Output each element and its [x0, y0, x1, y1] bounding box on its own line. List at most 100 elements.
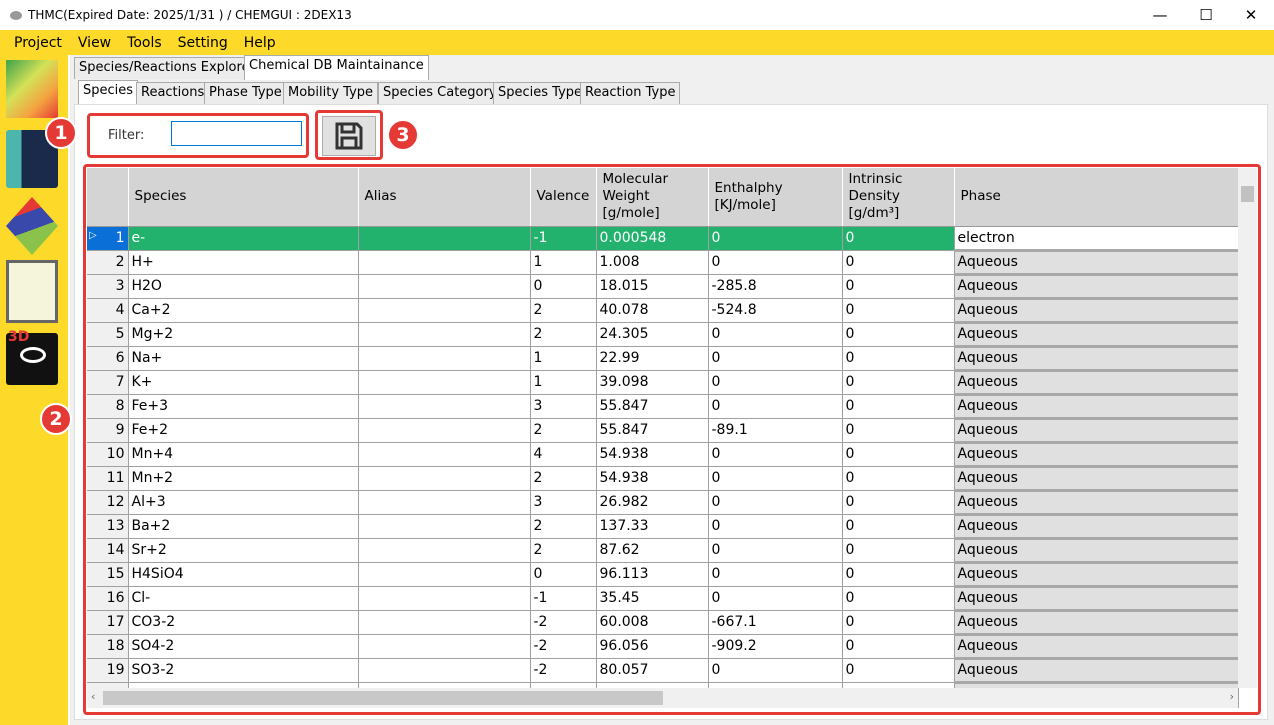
enthalphy-cell[interactable]: -524.8	[708, 298, 843, 323]
tab-species[interactable]: Species	[78, 80, 139, 105]
alias-cell[interactable]	[358, 514, 531, 539]
col-header-valence[interactable]: Valence	[530, 168, 597, 227]
valence-cell[interactable]: -2	[530, 658, 597, 683]
alias-cell[interactable]	[358, 610, 531, 635]
vertical-scrollbar[interactable]	[1238, 168, 1257, 688]
phase-cell[interactable]: electron	[954, 226, 1239, 252]
intrinsic-density-cell[interactable]: 0	[842, 538, 955, 563]
alias-cell[interactable]	[358, 250, 531, 275]
3d-viewer-eye-icon[interactable]: 3D	[6, 329, 58, 385]
row-header[interactable]: 8	[87, 394, 129, 419]
molecular-weight-cell[interactable]: 18.015	[596, 274, 709, 299]
alias-cell[interactable]	[358, 346, 531, 371]
enthalphy-cell[interactable]: 0	[708, 490, 843, 515]
enthalphy-cell[interactable]: 0	[708, 442, 843, 467]
enthalphy-cell[interactable]: -667.1	[708, 610, 843, 635]
phase-cell[interactable]: Aqueous	[954, 322, 1239, 348]
alias-cell[interactable]	[358, 538, 531, 563]
tab-species-reactions-explorer[interactable]: Species/Reactions Explorer	[74, 57, 260, 79]
alias-cell[interactable]	[358, 490, 531, 515]
species-cell[interactable]: Mg+2	[128, 322, 359, 347]
tab-species-type[interactable]: Species Type	[493, 82, 588, 104]
table-row[interactable]: 2 H+ 1 1.008 0 0 Aqueous	[87, 250, 1239, 276]
table-row[interactable]: 13 Ba+2 2 137.33 0 0 Aqueous	[87, 514, 1239, 540]
row-header[interactable]: 19	[87, 658, 129, 683]
phase-cell[interactable]: Aqueous	[954, 610, 1239, 636]
species-cell[interactable]: Cl-	[128, 586, 359, 611]
table-row[interactable]: 12 Al+3 3 26.982 0 0 Aqueous	[87, 490, 1239, 516]
table-row[interactable]: 18 SO4-2 -2 96.056 -909.2 0 Aqueous	[87, 634, 1239, 660]
alias-cell[interactable]	[358, 226, 531, 251]
maximize-button[interactable]: ☐	[1183, 0, 1229, 30]
row-header[interactable]: 16	[87, 586, 129, 611]
row-header[interactable]: 5	[87, 322, 129, 347]
intrinsic-density-cell[interactable]: 0	[842, 394, 955, 419]
molecular-weight-cell[interactable]: 35.45	[596, 586, 709, 611]
table-row[interactable]: 15 H4SiO4 0 96.113 0 0 Aqueous	[87, 562, 1239, 588]
molecular-weight-cell[interactable]: 96.113	[596, 562, 709, 587]
minimize-button[interactable]: —	[1137, 0, 1183, 30]
enthalphy-cell[interactable]: 0	[708, 250, 843, 275]
enthalphy-cell[interactable]: 0	[708, 514, 843, 539]
enthalphy-cell[interactable]: 0	[708, 394, 843, 419]
species-cell[interactable]: CO3-2	[128, 610, 359, 635]
menu-view[interactable]: View	[70, 35, 119, 51]
molecular-weight-cell[interactable]: 54.938	[596, 442, 709, 467]
col-header-phase[interactable]: Phase	[954, 168, 1239, 227]
valence-cell[interactable]: 2	[530, 466, 597, 491]
species-cell[interactable]: Ba+2	[128, 514, 359, 539]
species-cell[interactable]: e-	[128, 226, 359, 251]
tab-chemical-db-maintainance[interactable]: Chemical DB Maintainance	[244, 55, 429, 80]
table-row[interactable]: 17 CO3-2 -2 60.008 -667.1 0 Aqueous	[87, 610, 1239, 636]
save-button[interactable]	[322, 116, 376, 156]
molecular-weight-cell[interactable]: 80.057	[596, 658, 709, 683]
tab-mobility-type[interactable]: Mobility Type	[283, 82, 379, 104]
valence-cell[interactable]: -2	[530, 610, 597, 635]
enthalphy-cell[interactable]: 0	[708, 322, 843, 347]
table-row[interactable]: 4 Ca+2 2 40.078 -524.8 0 Aqueous	[87, 298, 1239, 324]
intrinsic-density-cell[interactable]: 0	[842, 274, 955, 299]
alias-cell[interactable]	[358, 634, 531, 659]
molecular-weight-cell[interactable]: 54.938	[596, 466, 709, 491]
menu-setting[interactable]: Setting	[170, 35, 236, 51]
molecular-weight-cell[interactable]: 1.008	[596, 250, 709, 275]
row-header[interactable]: 4	[87, 298, 129, 323]
valence-cell[interactable]: 2	[530, 418, 597, 443]
scroll-right-icon[interactable]: ›	[1230, 690, 1234, 703]
alias-cell[interactable]	[358, 466, 531, 491]
species-cell[interactable]: SO3-2	[128, 658, 359, 683]
table-row[interactable]: 9 Fe+2 2 55.847 -89.1 0 Aqueous	[87, 418, 1239, 444]
col-header-enthalphy[interactable]: Enthalphy [KJ/mole]	[708, 168, 843, 227]
tab-species-category[interactable]: Species Category	[378, 82, 502, 104]
valence-cell[interactable]: -2	[530, 634, 597, 659]
enthalphy-cell[interactable]: 0	[708, 538, 843, 563]
row-header[interactable]: 9	[87, 418, 129, 443]
row-header[interactable]: 6	[87, 346, 129, 371]
row-header[interactable]: 10	[87, 442, 129, 467]
enthalphy-cell[interactable]: -285.8	[708, 274, 843, 299]
col-header-alias[interactable]: Alias	[358, 168, 531, 227]
molecular-weight-cell[interactable]: 40.078	[596, 298, 709, 323]
col-header-intrinsic-density[interactable]: Intrinsic Density [g/dm³]	[842, 168, 955, 227]
intrinsic-density-cell[interactable]: 0	[842, 418, 955, 443]
valence-cell[interactable]: -1	[530, 586, 597, 611]
thmc-sliders-icon[interactable]	[6, 260, 58, 323]
valence-cell[interactable]: 1	[530, 346, 597, 371]
molecular-weight-cell[interactable]: 137.33	[596, 514, 709, 539]
phase-cell[interactable]: Aqueous	[954, 466, 1239, 492]
col-header-molecular-weight[interactable]: Molecular Weight [g/mole]	[596, 168, 709, 227]
close-button[interactable]: ✕	[1228, 0, 1274, 30]
alias-cell[interactable]	[358, 322, 531, 347]
table-row[interactable]: 14 Sr+2 2 87.62 0 0 Aqueous	[87, 538, 1239, 564]
row-header[interactable]: 7	[87, 370, 129, 395]
phase-cell[interactable]: Aqueous	[954, 346, 1239, 372]
table-row[interactable]: 7 K+ 1 39.098 0 0 Aqueous	[87, 370, 1239, 396]
molecular-weight-cell[interactable]: 87.62	[596, 538, 709, 563]
horizontal-scroll-thumb[interactable]	[103, 691, 663, 705]
valence-cell[interactable]: 4	[530, 442, 597, 467]
row-header[interactable]: 3	[87, 274, 129, 299]
enthalphy-cell[interactable]: -89.1	[708, 418, 843, 443]
species-cell[interactable]: Mn+2	[128, 466, 359, 491]
enthalphy-cell[interactable]: 0	[708, 226, 843, 251]
species-cell[interactable]: Ca+2	[128, 298, 359, 323]
